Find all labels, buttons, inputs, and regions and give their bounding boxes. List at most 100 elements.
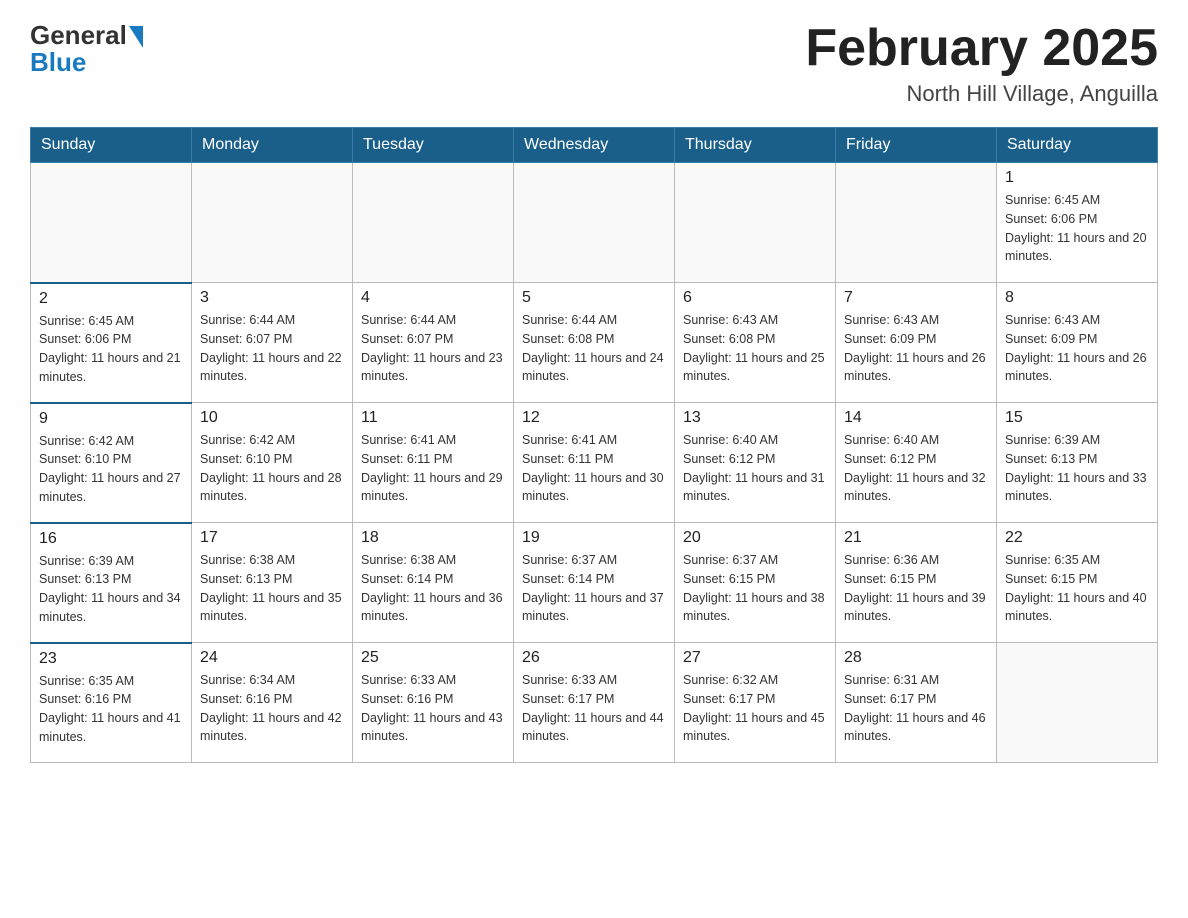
day-number: 12 [522, 409, 666, 427]
calendar-cell [675, 163, 836, 283]
location-label: North Hill Village, Anguilla [805, 81, 1158, 107]
day-number: 13 [683, 409, 827, 427]
day-info: Sunrise: 6:44 AMSunset: 6:07 PMDaylight:… [200, 311, 344, 386]
day-number: 14 [844, 409, 988, 427]
day-number: 8 [1005, 289, 1149, 307]
day-info: Sunrise: 6:45 AMSunset: 6:06 PMDaylight:… [39, 312, 183, 387]
calendar-cell: 8 Sunrise: 6:43 AMSunset: 6:09 PMDaylight… [997, 283, 1158, 403]
day-info: Sunrise: 6:39 AMSunset: 6:13 PMDaylight:… [1005, 431, 1149, 506]
day-number: 22 [1005, 529, 1149, 547]
calendar-cell [353, 163, 514, 283]
day-info: Sunrise: 6:38 AMSunset: 6:14 PMDaylight:… [361, 551, 505, 626]
day-number: 9 [39, 410, 183, 428]
logo-blue-text: Blue [30, 47, 86, 78]
calendar-cell: 7Sunrise: 6:43 AMSunset: 6:09 PMDaylight… [836, 283, 997, 403]
calendar-cell: 14 Sunrise: 6:40 AMSunset: 6:12 PMDayligh… [836, 403, 997, 523]
day-number: 25 [361, 649, 505, 667]
day-info: Sunrise: 6:43 AMSunset: 6:08 PMDaylight:… [683, 311, 827, 386]
calendar-cell [997, 643, 1158, 763]
day-number: 18 [361, 529, 505, 547]
day-info: Sunrise: 6:44 AMSunset: 6:07 PMDaylight:… [361, 311, 505, 386]
day-info: Sunrise: 6:33 AMSunset: 6:17 PMDaylight:… [522, 671, 666, 746]
day-info: Sunrise: 6:40 AMSunset: 6:12 PMDaylight:… [683, 431, 827, 506]
day-info: Sunrise: 6:43 AMSunset: 6:09 PMDaylight:… [1005, 311, 1149, 386]
logo: General Blue [30, 20, 143, 78]
day-number: 26 [522, 649, 666, 667]
calendar-cell: 16 Sunrise: 6:39 AMSunset: 6:13 PMDayligh… [31, 523, 192, 643]
calendar-cell: 24 Sunrise: 6:34 AMSunset: 6:16 PMDayligh… [192, 643, 353, 763]
day-info: Sunrise: 6:37 AMSunset: 6:15 PMDaylight:… [683, 551, 827, 626]
day-number: 20 [683, 529, 827, 547]
calendar-cell: 10 Sunrise: 6:42 AMSunset: 6:10 PMDayligh… [192, 403, 353, 523]
calendar-cell: 12 Sunrise: 6:41 AMSunset: 6:11 PMDayligh… [514, 403, 675, 523]
day-info: Sunrise: 6:38 AMSunset: 6:13 PMDaylight:… [200, 551, 344, 626]
day-number: 11 [361, 409, 505, 427]
day-number: 23 [39, 650, 183, 668]
logo-triangle-icon [129, 26, 143, 48]
calendar-cell [836, 163, 997, 283]
calendar-week-row: 23 Sunrise: 6:35 AMSunset: 6:16 PMDayligh… [31, 643, 1158, 763]
day-info: Sunrise: 6:42 AMSunset: 6:10 PMDaylight:… [39, 432, 183, 507]
calendar-cell: 2 Sunrise: 6:45 AMSunset: 6:06 PMDaylight… [31, 283, 192, 403]
day-info: Sunrise: 6:36 AMSunset: 6:15 PMDaylight:… [844, 551, 988, 626]
calendar-cell [31, 163, 192, 283]
day-info: Sunrise: 6:34 AMSunset: 6:16 PMDaylight:… [200, 671, 344, 746]
day-info: Sunrise: 6:41 AMSunset: 6:11 PMDaylight:… [522, 431, 666, 506]
day-of-week-header: Thursday [675, 128, 836, 163]
day-info: Sunrise: 6:33 AMSunset: 6:16 PMDaylight:… [361, 671, 505, 746]
calendar-cell: 3 Sunrise: 6:44 AMSunset: 6:07 PMDaylight… [192, 283, 353, 403]
day-info: Sunrise: 6:40 AMSunset: 6:12 PMDaylight:… [844, 431, 988, 506]
calendar-week-row: 2 Sunrise: 6:45 AMSunset: 6:06 PMDaylight… [31, 283, 1158, 403]
calendar-cell [192, 163, 353, 283]
day-number: 2 [39, 290, 183, 308]
calendar-table: SundayMondayTuesdayWednesdayThursdayFrid… [30, 127, 1158, 763]
calendar-cell: 5 Sunrise: 6:44 AMSunset: 6:08 PMDaylight… [514, 283, 675, 403]
calendar-cell: 1 Sunrise: 6:45 AMSunset: 6:06 PMDaylight… [997, 163, 1158, 283]
day-info: Sunrise: 6:42 AMSunset: 6:10 PMDaylight:… [200, 431, 344, 506]
day-number: 19 [522, 529, 666, 547]
day-number: 3 [200, 289, 344, 307]
calendar-cell: 28Sunrise: 6:31 AMSunset: 6:17 PMDayligh… [836, 643, 997, 763]
day-info: Sunrise: 6:45 AMSunset: 6:06 PMDaylight:… [1005, 191, 1149, 266]
day-number: 21 [844, 529, 988, 547]
calendar-cell: 19 Sunrise: 6:37 AMSunset: 6:14 PMDayligh… [514, 523, 675, 643]
calendar-cell: 27Sunrise: 6:32 AMSunset: 6:17 PMDayligh… [675, 643, 836, 763]
day-info: Sunrise: 6:32 AMSunset: 6:17 PMDaylight:… [683, 671, 827, 746]
day-number: 17 [200, 529, 344, 547]
calendar-cell: 18 Sunrise: 6:38 AMSunset: 6:14 PMDayligh… [353, 523, 514, 643]
day-info: Sunrise: 6:35 AMSunset: 6:15 PMDaylight:… [1005, 551, 1149, 626]
day-number: 15 [1005, 409, 1149, 427]
day-number: 10 [200, 409, 344, 427]
calendar-cell: 6Sunrise: 6:43 AMSunset: 6:08 PMDaylight… [675, 283, 836, 403]
day-of-week-header: Monday [192, 128, 353, 163]
calendar-cell: 21 Sunrise: 6:36 AMSunset: 6:15 PMDayligh… [836, 523, 997, 643]
calendar-week-row: 9 Sunrise: 6:42 AMSunset: 6:10 PMDaylight… [31, 403, 1158, 523]
day-info: Sunrise: 6:41 AMSunset: 6:11 PMDaylight:… [361, 431, 505, 506]
day-info: Sunrise: 6:31 AMSunset: 6:17 PMDaylight:… [844, 671, 988, 746]
calendar-header-row: SundayMondayTuesdayWednesdayThursdayFrid… [31, 128, 1158, 163]
calendar-cell: 13 Sunrise: 6:40 AMSunset: 6:12 PMDayligh… [675, 403, 836, 523]
day-info: Sunrise: 6:37 AMSunset: 6:14 PMDaylight:… [522, 551, 666, 626]
calendar-cell: 17 Sunrise: 6:38 AMSunset: 6:13 PMDayligh… [192, 523, 353, 643]
calendar-cell: 15 Sunrise: 6:39 AMSunset: 6:13 PMDayligh… [997, 403, 1158, 523]
day-number: 1 [1005, 169, 1149, 187]
page-header: General Blue February 2025 North Hill Vi… [30, 20, 1158, 107]
day-number: 5 [522, 289, 666, 307]
day-info: Sunrise: 6:35 AMSunset: 6:16 PMDaylight:… [39, 672, 183, 747]
day-number: 16 [39, 530, 183, 548]
calendar-week-row: 1 Sunrise: 6:45 AMSunset: 6:06 PMDaylight… [31, 163, 1158, 283]
day-number: 24 [200, 649, 344, 667]
calendar-cell: 23 Sunrise: 6:35 AMSunset: 6:16 PMDayligh… [31, 643, 192, 763]
day-of-week-header: Tuesday [353, 128, 514, 163]
calendar-cell: 9 Sunrise: 6:42 AMSunset: 6:10 PMDaylight… [31, 403, 192, 523]
calendar-cell: 22 Sunrise: 6:35 AMSunset: 6:15 PMDayligh… [997, 523, 1158, 643]
day-of-week-header: Friday [836, 128, 997, 163]
day-number: 4 [361, 289, 505, 307]
calendar-cell: 26 Sunrise: 6:33 AMSunset: 6:17 PMDayligh… [514, 643, 675, 763]
calendar-cell: 4 Sunrise: 6:44 AMSunset: 6:07 PMDaylight… [353, 283, 514, 403]
day-of-week-header: Wednesday [514, 128, 675, 163]
day-info: Sunrise: 6:44 AMSunset: 6:08 PMDaylight:… [522, 311, 666, 386]
calendar-cell: 11 Sunrise: 6:41 AMSunset: 6:11 PMDayligh… [353, 403, 514, 523]
day-info: Sunrise: 6:39 AMSunset: 6:13 PMDaylight:… [39, 552, 183, 627]
calendar-week-row: 16 Sunrise: 6:39 AMSunset: 6:13 PMDayligh… [31, 523, 1158, 643]
